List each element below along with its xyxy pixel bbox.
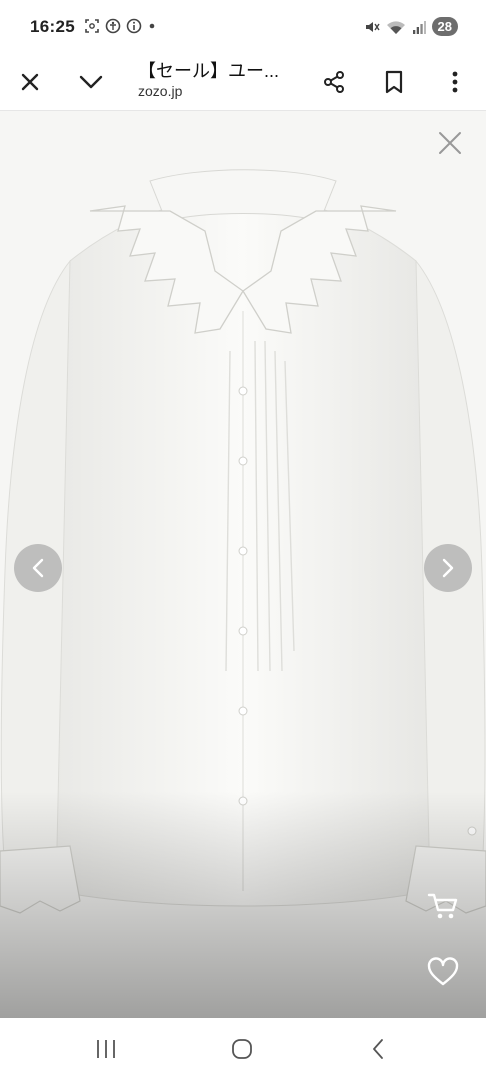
dot-icon <box>149 23 155 29</box>
status-left-icons <box>84 18 157 34</box>
status-time: 16:25 <box>30 17 75 36</box>
info-icon <box>126 18 142 34</box>
minimize-button[interactable] <box>71 62 111 102</box>
close-icon <box>21 73 39 91</box>
back-icon <box>373 1039 383 1059</box>
status-bar: 16:25 28 <box>0 0 486 54</box>
accessibility-icon <box>105 18 121 34</box>
chevron-right-icon <box>442 558 454 578</box>
product-image-viewer[interactable] <box>0 111 486 1018</box>
next-image-button[interactable] <box>424 544 472 592</box>
more-options-button[interactable] <box>435 62 475 102</box>
home-button[interactable] <box>222 1034 262 1064</box>
wifi-icon <box>386 20 405 34</box>
home-icon <box>232 1039 252 1059</box>
product-image <box>0 169 486 1018</box>
system-navigation-bar <box>0 1018 486 1080</box>
bookmark-icon <box>385 70 403 94</box>
recent-apps-button[interactable] <box>86 1034 126 1064</box>
recent-apps-icon <box>97 1040 115 1058</box>
heart-icon <box>427 957 459 986</box>
close-icon <box>439 132 461 154</box>
signal-icon <box>412 20 426 34</box>
cart-icon <box>427 893 458 919</box>
back-button[interactable] <box>358 1034 398 1064</box>
chevron-down-icon <box>79 75 103 89</box>
screenshot-icon <box>85 19 99 33</box>
battery-badge: 28 <box>431 17 458 36</box>
previous-image-button[interactable] <box>14 544 62 592</box>
share-icon <box>324 71 344 93</box>
mute-icon <box>365 21 380 32</box>
favorite-button[interactable] <box>426 955 460 989</box>
chevron-left-icon <box>32 558 44 578</box>
page-domain[interactable]: zozo.jp <box>138 83 182 99</box>
page-title[interactable]: 【セール】ユー... <box>138 57 279 83</box>
add-to-cart-button[interactable] <box>426 889 460 923</box>
bookmark-button[interactable] <box>374 62 414 102</box>
browser-toolbar: 【セール】ユー... zozo.jp <box>0 54 486 111</box>
share-button[interactable] <box>314 62 354 102</box>
close-image-button[interactable] <box>436 129 464 157</box>
status-right-icons: 28 <box>364 17 458 36</box>
close-tab-button[interactable] <box>10 62 50 102</box>
more-vert-icon <box>452 71 458 93</box>
